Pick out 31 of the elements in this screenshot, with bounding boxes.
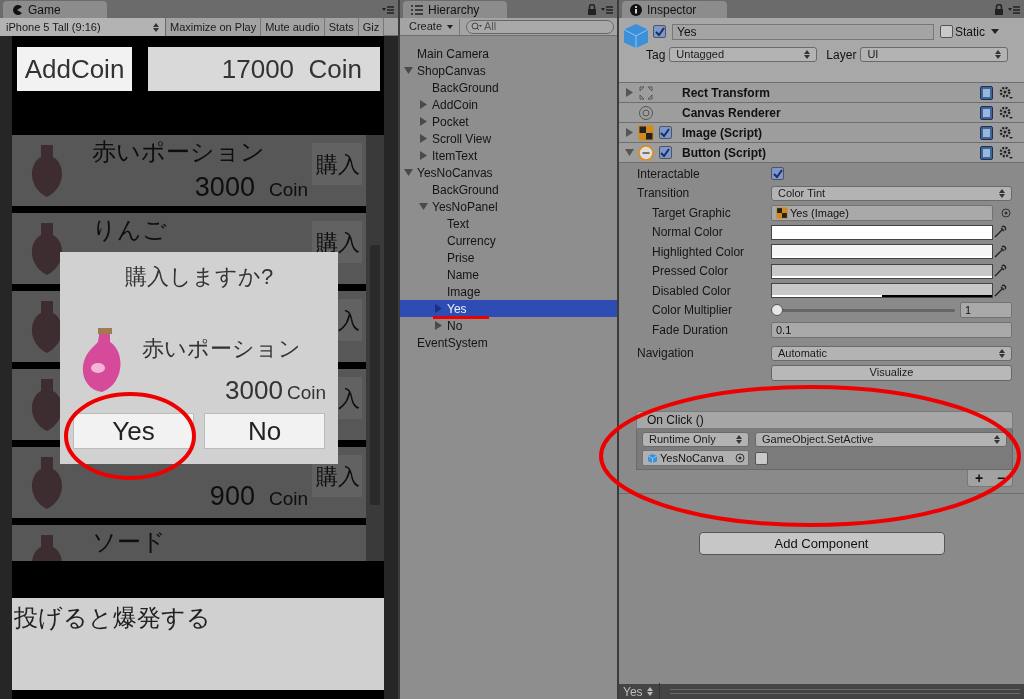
event-header: On Click () <box>636 411 1013 429</box>
property-label: Navigation <box>637 345 695 363</box>
item-name: 赤いポーション <box>142 335 302 363</box>
property-label: Target Graphic <box>652 204 732 222</box>
property-label: Color Multiplier <box>652 302 734 320</box>
property-label: Transition <box>637 185 691 203</box>
item-name: りんご <box>91 215 168 245</box>
tag-label: Tag <box>646 46 666 64</box>
item-price: 3000 <box>194 171 255 204</box>
component-title: Image (Script) <box>681 124 763 142</box>
dialog-title: 購入しますか? <box>123 263 275 291</box>
property-label: Highlighted Color <box>652 243 746 261</box>
property-label: Fade Duration <box>652 321 730 339</box>
item-price: 900 <box>209 479 255 513</box>
currency-label: Coin <box>286 381 326 405</box>
item-name: ソード <box>91 527 167 557</box>
property-label: Pressed Color <box>652 263 730 281</box>
currency-label: Coin <box>268 178 308 202</box>
component-title: Canvas Renderer <box>681 104 782 122</box>
property-label: Interactable <box>637 165 701 183</box>
currency-label: Coin <box>268 486 308 511</box>
item-price: 3000 <box>225 374 283 407</box>
coin-display: 17000 Coin <box>148 47 380 91</box>
layer-label: Layer <box>826 46 857 64</box>
property-label: Disabled Color <box>652 282 732 300</box>
component-title: Button (Script) <box>681 144 767 162</box>
item-name: 赤いポーション <box>91 137 266 167</box>
description-text: 投げると爆発する <box>12 598 384 690</box>
static-label: Static <box>955 23 985 41</box>
component-title: Rect Transform <box>681 84 772 102</box>
property-label: Normal Color <box>652 224 724 242</box>
